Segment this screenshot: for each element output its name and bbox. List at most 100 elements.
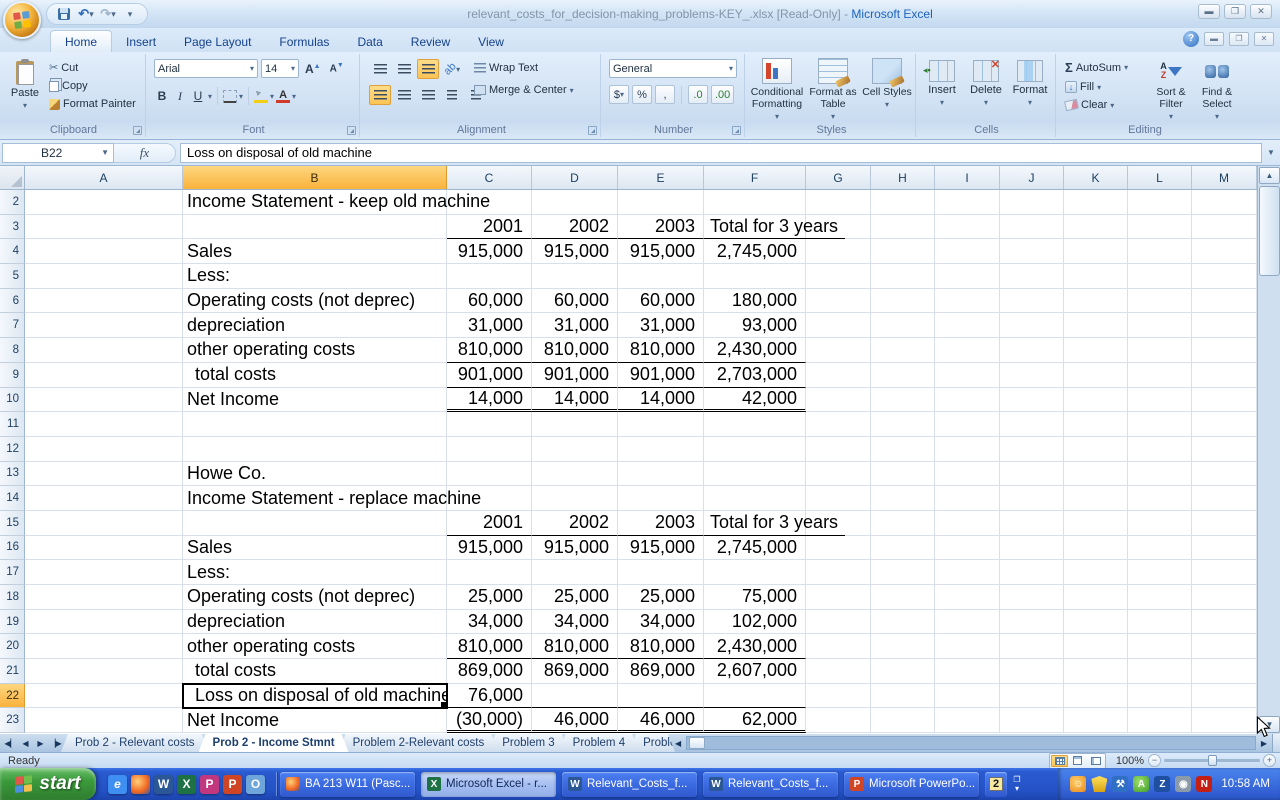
- cell-L6[interactable]: [1128, 289, 1192, 314]
- workbook-minimize-button[interactable]: ▬: [1204, 32, 1224, 46]
- number-dialog-launcher[interactable]: [732, 126, 741, 135]
- cell-E22[interactable]: [618, 684, 704, 709]
- cell-I5[interactable]: [935, 264, 1000, 289]
- redo-button[interactable]: ↷▾: [99, 6, 117, 22]
- cell-A6[interactable]: [25, 289, 183, 314]
- cell-D3[interactable]: 2002: [532, 215, 618, 240]
- cell-E9[interactable]: 901,000: [618, 363, 704, 388]
- cell-L22[interactable]: [1128, 684, 1192, 709]
- cell-C23[interactable]: (30,000): [447, 708, 532, 733]
- cell-J14[interactable]: [1000, 486, 1064, 511]
- cell-L9[interactable]: [1128, 363, 1192, 388]
- cell-G18[interactable]: [806, 585, 871, 610]
- row-header-17[interactable]: 17: [0, 560, 25, 585]
- cell-J10[interactable]: [1000, 388, 1064, 413]
- accounting-format-button[interactable]: $ ▾: [609, 85, 629, 104]
- cell-E17[interactable]: [618, 560, 704, 585]
- cell-C3[interactable]: 2001: [447, 215, 532, 240]
- cell-E8[interactable]: 810,000: [618, 338, 704, 363]
- cell-B2[interactable]: Income Statement - keep old machine: [183, 190, 447, 215]
- sheet-tab-problem-2-relevant-costs[interactable]: Problem 2-Relevant costs: [339, 734, 499, 752]
- cell-B22[interactable]: Loss on disposal of old machine: [183, 684, 447, 709]
- cell-A16[interactable]: [25, 536, 183, 561]
- cell-E3[interactable]: 2003: [618, 215, 704, 240]
- cell-G17[interactable]: [806, 560, 871, 585]
- orientation-button[interactable]: ab▾: [441, 59, 463, 79]
- cell-D8[interactable]: 810,000: [532, 338, 618, 363]
- cell-H16[interactable]: [871, 536, 935, 561]
- cell-H12[interactable]: [871, 437, 935, 462]
- cell-F18[interactable]: 75,000: [704, 585, 806, 610]
- col-header-D[interactable]: D: [532, 166, 618, 189]
- cell-E15[interactable]: 2003: [618, 511, 704, 536]
- cell-L17[interactable]: [1128, 560, 1192, 585]
- row-header-18[interactable]: 18: [0, 585, 25, 610]
- cell-L12[interactable]: [1128, 437, 1192, 462]
- grouped-windows-button[interactable]: 2: [985, 772, 1007, 797]
- cell-D16[interactable]: 915,000: [532, 536, 618, 561]
- cell-C10[interactable]: 14,000: [447, 388, 532, 413]
- cell-L23[interactable]: [1128, 708, 1192, 733]
- shield-icon[interactable]: [1091, 776, 1107, 792]
- cell-H5[interactable]: [871, 264, 935, 289]
- cell-D21[interactable]: 869,000: [532, 659, 618, 684]
- cell-M13[interactable]: [1192, 462, 1257, 487]
- format-cells-button[interactable]: Format▾: [1008, 60, 1052, 107]
- cell-B5[interactable]: Less:: [183, 264, 447, 289]
- row-header-2[interactable]: 2: [0, 190, 25, 215]
- cell-H21[interactable]: [871, 659, 935, 684]
- zone-z-icon[interactable]: Z: [1154, 776, 1170, 792]
- decrease-indent-button[interactable]: [441, 85, 463, 105]
- row-header-8[interactable]: 8: [0, 338, 25, 363]
- cell-J11[interactable]: [1000, 412, 1064, 437]
- sheet-tab-problem-3[interactable]: Problem 3: [488, 734, 568, 752]
- font-size-select[interactable]: 14▾: [261, 59, 299, 78]
- cell-C21[interactable]: 869,000: [447, 659, 532, 684]
- cell-C20[interactable]: 810,000: [447, 634, 532, 659]
- cell-B13[interactable]: Howe Co.: [183, 462, 447, 487]
- cell-L7[interactable]: [1128, 313, 1192, 338]
- cell-J5[interactable]: [1000, 264, 1064, 289]
- cell-G22[interactable]: [806, 684, 871, 709]
- cell-A14[interactable]: [25, 486, 183, 511]
- cell-L2[interactable]: [1128, 190, 1192, 215]
- workbook-restore-button[interactable]: ❐: [1229, 32, 1249, 46]
- undo-button[interactable]: ↶▾: [77, 6, 95, 22]
- cell-I15[interactable]: [935, 511, 1000, 536]
- cell-F15[interactable]: Total for 3 years: [704, 511, 806, 536]
- cell-A8[interactable]: [25, 338, 183, 363]
- cell-J22[interactable]: [1000, 684, 1064, 709]
- cell-F7[interactable]: 93,000: [704, 313, 806, 338]
- cell-J15[interactable]: [1000, 511, 1064, 536]
- cell-G21[interactable]: [806, 659, 871, 684]
- cell-H7[interactable]: [871, 313, 935, 338]
- cell-J12[interactable]: [1000, 437, 1064, 462]
- cell-A9[interactable]: [25, 363, 183, 388]
- sort-filter-button[interactable]: AZ Sort & Filter▾: [1150, 58, 1192, 121]
- sheet-tab-prob-2-income-stmnt[interactable]: Prob 2 - Income Stmnt: [199, 734, 349, 752]
- cell-J17[interactable]: [1000, 560, 1064, 585]
- zoom-in-button[interactable]: +: [1263, 754, 1276, 767]
- cell-C22[interactable]: 76,000: [447, 684, 532, 709]
- cell-G16[interactable]: [806, 536, 871, 561]
- cell-M4[interactable]: [1192, 239, 1257, 264]
- cell-F10[interactable]: 42,000: [704, 388, 806, 413]
- cell-B17[interactable]: Less:: [183, 560, 447, 585]
- cell-F20[interactable]: 2,430,000: [704, 634, 806, 659]
- save-button[interactable]: [55, 6, 73, 22]
- cell-J16[interactable]: [1000, 536, 1064, 561]
- cell-D10[interactable]: 14,000: [532, 388, 618, 413]
- align-top-button[interactable]: [369, 59, 391, 79]
- cell-styles-button[interactable]: Cell Styles▾: [860, 58, 914, 109]
- cell-J2[interactable]: [1000, 190, 1064, 215]
- cell-I8[interactable]: [935, 338, 1000, 363]
- cell-J13[interactable]: [1000, 462, 1064, 487]
- cell-M7[interactable]: [1192, 313, 1257, 338]
- cell-E11[interactable]: [618, 412, 704, 437]
- cell-M8[interactable]: [1192, 338, 1257, 363]
- cell-G6[interactable]: [806, 289, 871, 314]
- row-header-23[interactable]: 23: [0, 708, 25, 733]
- ribbon-tab-data[interactable]: Data: [343, 31, 396, 52]
- borders-icon[interactable]: [223, 90, 237, 103]
- cell-E21[interactable]: 869,000: [618, 659, 704, 684]
